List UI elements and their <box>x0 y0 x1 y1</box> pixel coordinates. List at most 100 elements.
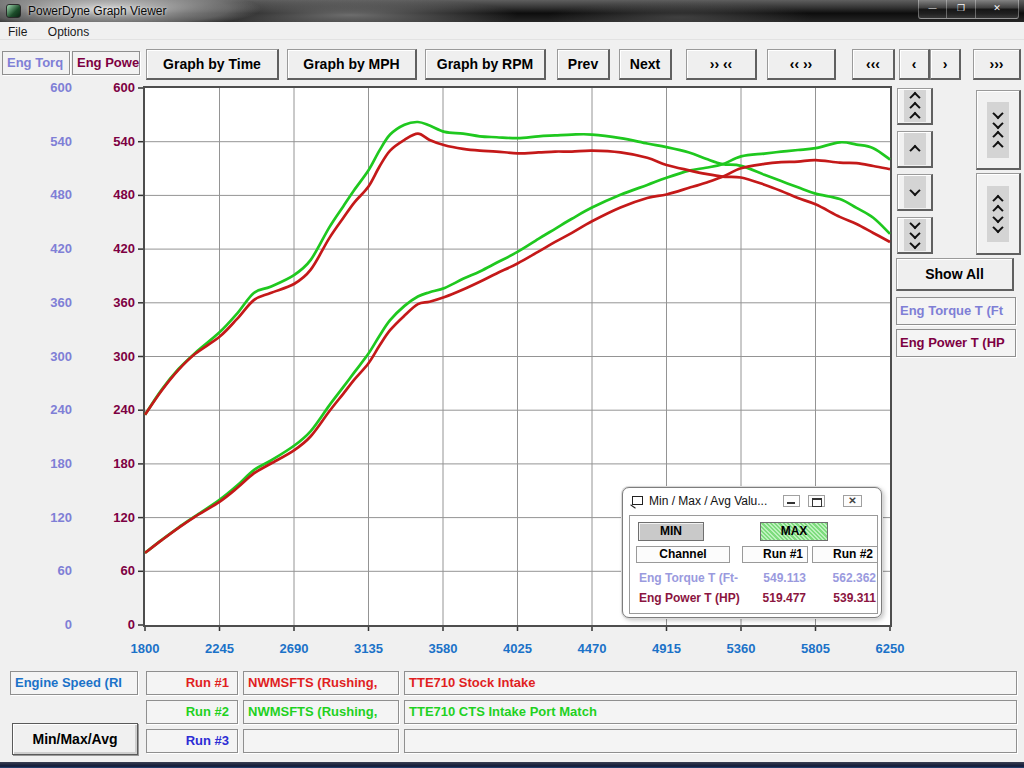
toolbar-button-graph-by-mph[interactable]: Graph by MPH <box>287 49 417 80</box>
power-axis-tick-label: 240 <box>95 402 135 417</box>
zoom-in-vertical-button[interactable] <box>976 90 1021 170</box>
min-toggle-button[interactable]: MIN <box>638 522 704 541</box>
scroll-up-button[interactable] <box>897 131 933 168</box>
app-icon <box>6 4 21 18</box>
minmax-window-icon <box>632 496 643 505</box>
toolbar-button-graph-by-time[interactable]: Graph by Time <box>146 49 279 80</box>
minmax-close-button[interactable]: ✕ <box>843 495 862 507</box>
legend-power-channel[interactable]: Eng Power T (HP <box>896 329 1016 357</box>
toolbar-button-next[interactable]: Next <box>619 49 672 80</box>
legend-torque-channel[interactable]: Eng Torque T (Ft <box>896 297 1016 325</box>
torque-axis-tab[interactable]: Eng Torq <box>2 51 70 75</box>
power-axis-tick-label: 60 <box>95 563 135 578</box>
minmax-row-run2-value: 562.362 <box>798 571 876 585</box>
torque-axis-tick-label: 240 <box>32 402 72 417</box>
maximize-button[interactable]: ❐ <box>947 0 975 19</box>
menu-options[interactable]: Options <box>40 23 97 39</box>
torque-axis-tick-label: 0 <box>32 617 72 632</box>
scroll-up-fast-button[interactable] <box>897 88 933 125</box>
minmax-minimize-button[interactable] <box>783 495 800 507</box>
x-axis-tick-label: 5805 <box>784 641 848 656</box>
scroll-down-button-icon <box>904 176 926 208</box>
power-axis-tick-label: 0 <box>95 617 135 632</box>
close-button[interactable]: ✕ <box>975 0 1019 19</box>
toolbar-button-prev[interactable]: Prev <box>557 49 610 80</box>
title-bar: PowerDyne Graph Viewer — ❐ ✕ <box>0 0 1024 22</box>
x-axis-tick-label: 4470 <box>560 641 624 656</box>
power-axis-tick-label: 420 <box>95 241 135 256</box>
x-axis-tick-label: 4025 <box>486 641 550 656</box>
power-axis-tick-label: 540 <box>95 134 135 149</box>
x-axis-tick-label: 3135 <box>337 641 401 656</box>
window-title: PowerDyne Graph Viewer <box>28 4 167 18</box>
x-axis-tick-label: 6250 <box>858 641 922 656</box>
run-name-3[interactable] <box>243 729 399 753</box>
minmax-row-channel: Eng Torque T (Ft- <box>639 571 738 585</box>
minimize-icon: — <box>928 3 937 13</box>
torque-axis-tick-label: 120 <box>32 510 72 525</box>
run-name-2[interactable]: NWMSFTS (Rushing, <box>243 700 399 724</box>
power-axis-tick-label: 360 <box>95 295 135 310</box>
scroll-down-fast-button[interactable] <box>897 217 933 254</box>
power-axis-tick-label: 120 <box>95 510 135 525</box>
torque-axis-tick-label: 180 <box>32 456 72 471</box>
minmax-row-run1-value: 549.113 <box>728 571 806 585</box>
toolbar-button--[interactable]: ›› ‹‹ <box>686 49 757 80</box>
toolbar-button--[interactable]: ‹‹‹ <box>852 49 895 80</box>
x-axis-tick-label: 2690 <box>262 641 326 656</box>
power-axis-tick-label: 480 <box>95 187 135 202</box>
scroll-up-button-icon <box>904 133 926 165</box>
max-toggle-button[interactable]: MAX <box>760 522 828 541</box>
run-description-1[interactable]: TTE710 Stock Intake <box>404 671 1017 695</box>
torque-axis-tick-label: 420 <box>32 241 72 256</box>
x-axis-tick-label: 5360 <box>709 641 773 656</box>
run-label-1[interactable]: Run #1 <box>146 671 238 695</box>
torque-axis-tick-label: 600 <box>32 80 72 95</box>
torque-axis-tick-label: 540 <box>32 134 72 149</box>
column-header-run1: Run #1 <box>742 546 808 563</box>
run-description-3[interactable] <box>404 729 1017 753</box>
menu-file[interactable]: File <box>0 23 35 39</box>
power-axis-tick-label: 600 <box>95 80 135 95</box>
toolbar-button--[interactable]: ‹‹ ›› <box>767 49 836 80</box>
run-label-3[interactable]: Run #3 <box>146 729 238 753</box>
x-axis-tick-label: 2245 <box>188 641 252 656</box>
toolbar-button--[interactable]: ››› <box>973 49 1021 80</box>
power-axis-tick-label: 300 <box>95 349 135 364</box>
scroll-up-fast-button-icon <box>904 90 926 122</box>
minmax-row-run1-value: 519.477 <box>728 591 806 605</box>
minimize-button[interactable]: — <box>918 0 947 19</box>
column-header-run2: Run #2 <box>812 546 878 563</box>
torque-axis-tick-label: 480 <box>32 187 72 202</box>
power-axis-tick-label: 180 <box>95 456 135 471</box>
toolbar-button--[interactable]: › <box>930 49 961 80</box>
run-description-2[interactable]: TTE710 CTS Intake Port Match <box>404 700 1017 724</box>
show-all-button[interactable]: Show All <box>896 258 1014 291</box>
x-axis-tick-label: 1800 <box>113 641 177 656</box>
x-axis-channel-box[interactable]: Engine Speed (RI <box>10 671 138 695</box>
minmax-restore-button[interactable] <box>808 495 825 507</box>
minmax-window: Min / Max / Avg Valu... ✕ MIN MAX Channe… <box>622 487 882 618</box>
torque-axis-tick-label: 360 <box>32 295 72 310</box>
run-name-1[interactable]: NWMSFTS (Rushing, <box>243 671 399 695</box>
window-bottom-border <box>0 762 1024 768</box>
zoom-out-vertical-button-icon <box>987 186 1009 242</box>
minmax-panel: MIN MAX Channel Run #1 Run #2 Eng Torque… <box>629 515 878 614</box>
x-axis-tick-label: 3580 <box>411 641 475 656</box>
menu-bar: File Options <box>0 22 1024 40</box>
scroll-down-button[interactable] <box>897 174 933 211</box>
toolbar-button--[interactable]: ‹ <box>899 49 930 80</box>
minmax-avg-button[interactable]: Min/Max/Avg <box>12 723 138 755</box>
minmax-row-2: Eng Power T (HP)519.477539.311 <box>630 591 879 607</box>
run-label-2[interactable]: Run #2 <box>146 700 238 724</box>
minmax-row-channel: Eng Power T (HP) <box>639 591 740 605</box>
minmax-row-1: Eng Torque T (Ft-549.113562.362 <box>630 571 879 587</box>
zoom-in-vertical-button-icon <box>987 102 1009 158</box>
zoom-out-vertical-button[interactable] <box>976 173 1021 255</box>
x-axis-tick-label: 4915 <box>635 641 699 656</box>
minmax-window-title: Min / Max / Avg Valu... <box>649 494 767 508</box>
close-icon: ✕ <box>993 3 1001 13</box>
column-header-channel: Channel <box>636 546 730 563</box>
power-axis-tab[interactable]: Eng Powe <box>72 51 140 75</box>
toolbar-button-graph-by-rpm[interactable]: Graph by RPM <box>425 49 546 80</box>
